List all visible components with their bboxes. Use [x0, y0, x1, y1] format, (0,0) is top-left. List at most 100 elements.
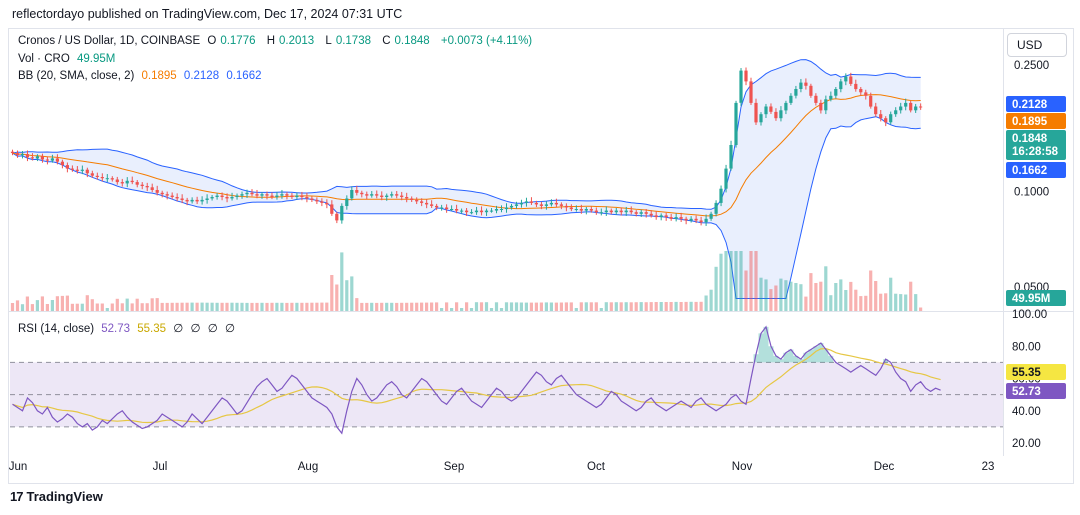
volume-bar [504, 302, 509, 311]
volume-bar [819, 281, 823, 311]
volume-bar [554, 302, 558, 311]
volume-bar [674, 301, 678, 311]
candle-body [215, 195, 219, 197]
candle-body [155, 190, 159, 193]
open-value: O 0.1776 [207, 35, 256, 47]
candle-body [659, 215, 663, 218]
volume-bar [180, 302, 184, 311]
candle-body [425, 202, 429, 205]
volume-bar [884, 293, 888, 311]
volume-bar [659, 302, 663, 311]
volume-bar [899, 294, 903, 311]
candle-body [739, 70, 743, 103]
bb-mid-tag-text: 0.1895 [1012, 116, 1048, 128]
price-tick-label: 0.2500 [1014, 60, 1049, 72]
volume-bar [544, 302, 548, 311]
time-tick-label: Nov [732, 461, 753, 473]
bb-fill [12, 59, 921, 299]
volume-bar [145, 303, 149, 311]
volume-bar [225, 302, 229, 311]
candle-body [390, 194, 394, 196]
symbol-name: Cronos / US Dollar, 1D, COINBASE [18, 35, 201, 47]
candle-body [340, 205, 344, 221]
candle-body [484, 210, 489, 213]
candle-body [734, 102, 738, 145]
time-tick-label: Sep [444, 461, 464, 473]
candle-body [539, 204, 543, 206]
candle-body [859, 89, 863, 93]
candle-body [160, 192, 164, 195]
volume-bar [350, 276, 354, 311]
candle-body [774, 111, 778, 119]
candle-body [140, 184, 144, 186]
volume-bar [509, 302, 514, 311]
volume-bar [834, 283, 838, 311]
volume-bar [410, 302, 414, 311]
candle-body [824, 99, 828, 111]
volume-bar [150, 298, 154, 311]
candle-body [460, 210, 464, 212]
candle-body [839, 81, 843, 90]
candle-body [185, 199, 189, 202]
candle-body [125, 180, 129, 184]
candle-body [450, 209, 454, 210]
volume-bar [125, 298, 129, 311]
rsi-extra-1: ∅ [173, 323, 184, 335]
currency-button[interactable]: USD [1007, 33, 1067, 57]
volume-bar [15, 300, 20, 311]
volume-bar [759, 277, 763, 311]
candle-body [624, 210, 628, 213]
bb-upper-tag-text: 0.2128 [1012, 99, 1048, 111]
candle-body [60, 161, 64, 166]
bb-legend[interactable]: BB (20, SMA, close, 2) 0.1895 0.2128 0.1… [18, 70, 266, 82]
volume-bar [90, 299, 94, 311]
candle-body [275, 195, 279, 197]
volume-bar [604, 302, 608, 311]
volume-bar [549, 302, 553, 311]
volume-bar [714, 266, 718, 311]
volume-bar [255, 302, 259, 311]
candle-body [599, 212, 603, 214]
volume-bar [804, 296, 808, 311]
volume-bar [175, 302, 179, 311]
candle-body [754, 102, 758, 123]
candle-body [100, 177, 104, 179]
volume-bar [185, 302, 189, 311]
candle-body [40, 156, 44, 160]
footer-brand[interactable]: 17 TradingView [10, 489, 103, 504]
candle-body [285, 194, 289, 196]
volume-bar [829, 295, 833, 311]
candle-body [554, 202, 558, 205]
candle-body [744, 70, 748, 82]
volume-bar [120, 303, 124, 311]
candle-body [494, 209, 499, 211]
candle-body [769, 106, 773, 112]
rsi-ma-tag-text: 55.35 [1012, 367, 1041, 379]
volume-bar [624, 302, 628, 311]
rsi-tick-label: 40.00 [1012, 406, 1041, 418]
volume-legend[interactable]: Vol · CRO 49.95M [18, 53, 119, 65]
candle-body [280, 194, 284, 196]
volume-bar [909, 281, 913, 311]
candle-body [115, 179, 119, 183]
volume-bar [115, 298, 119, 311]
candle-body [80, 169, 84, 171]
candle-body [20, 154, 25, 156]
candle-body [639, 212, 643, 214]
time-tick-label: Jul [153, 461, 168, 473]
volume-bar [355, 298, 359, 311]
symbol-legend[interactable]: Cronos / US Dollar, 1D, COINBASE O 0.1776… [18, 35, 536, 47]
volume-bar [849, 281, 853, 311]
candle-body [909, 102, 913, 111]
candle-body [549, 202, 553, 205]
rsi-legend[interactable]: RSI (14, close) 52.73 55.35 ∅ ∅ ∅ ∅ [18, 321, 239, 335]
candle-body [499, 209, 504, 210]
volume-bar [155, 298, 159, 311]
time-tick-label: Dec [874, 461, 895, 473]
rsi-tick-label: 100.00 [1012, 309, 1047, 321]
volume-bar [390, 302, 394, 311]
volume-bar [914, 294, 918, 311]
rsi-tick-label: 20.00 [1012, 438, 1041, 450]
candle-body [779, 110, 783, 119]
volume-bar [205, 302, 209, 311]
